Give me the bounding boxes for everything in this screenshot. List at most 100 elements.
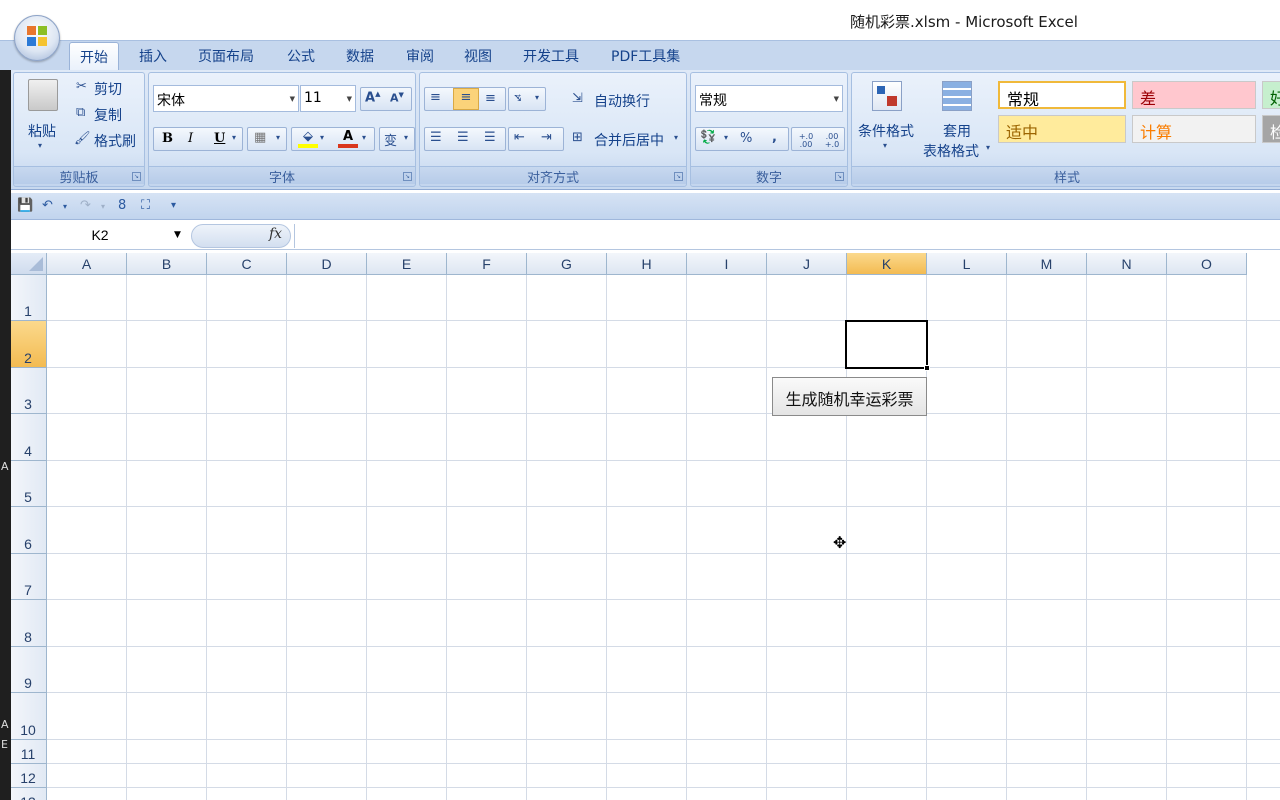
chevron-down-icon[interactable]: ▾ (101, 202, 105, 211)
column-header[interactable]: A (47, 253, 127, 275)
row-header[interactable]: 9 (11, 647, 47, 693)
italic-button[interactable]: I (188, 131, 193, 146)
orientation-button[interactable]: ⦪ ▾ (508, 87, 546, 111)
tab-pdf-tools[interactable]: PDF工具集 (609, 46, 682, 66)
tab-insert[interactable]: 插入 (137, 46, 169, 66)
align-left-icon[interactable]: ☰ (430, 130, 442, 145)
increase-decimal-button[interactable]: +.0 .00 (794, 133, 818, 149)
column-header[interactable]: O (1167, 253, 1247, 275)
row-header[interactable]: 10 (11, 693, 47, 740)
font-size-select[interactable]: 11 ▼ (300, 85, 356, 112)
grow-font-icon[interactable]: A▲ (365, 90, 380, 105)
tab-home[interactable]: 开始 (69, 42, 119, 72)
row-header[interactable]: 5 (11, 461, 47, 507)
table-format-button[interactable]: 表格格式 (923, 141, 979, 161)
tab-data[interactable]: 数据 (344, 46, 376, 66)
row-header[interactable]: 3 (11, 368, 47, 414)
formula-input[interactable] (294, 224, 1280, 248)
cell-style-option[interactable]: 适中 (998, 115, 1126, 143)
column-header[interactable]: M (1007, 253, 1087, 275)
chevron-down-icon[interactable]: ▾ (883, 141, 887, 150)
underline-button[interactable]: U (214, 131, 225, 146)
column-header[interactable]: F (447, 253, 527, 275)
tab-review[interactable]: 审阅 (404, 46, 436, 66)
chevron-down-icon[interactable]: ▾ (674, 133, 678, 142)
chevron-down-icon[interactable]: ▼ (174, 230, 181, 240)
row-header[interactable]: 8 (11, 600, 47, 647)
row-header[interactable]: 6 (11, 507, 47, 554)
office-button[interactable] (14, 15, 60, 61)
select-all-button[interactable] (11, 253, 47, 275)
copy-button[interactable]: 复制 (94, 105, 122, 125)
cut-button[interactable]: 剪切 (94, 79, 122, 99)
chevron-down-icon[interactable]: ▾ (724, 133, 728, 142)
wrap-text-icon[interactable]: ⇲ (572, 91, 583, 106)
merge-center-icon[interactable]: ⊞ (572, 130, 583, 145)
cell-style-option[interactable]: 检 (1262, 115, 1280, 143)
column-header[interactable]: G (527, 253, 607, 275)
row-header[interactable]: 7 (11, 554, 47, 600)
cell-style-option[interactable]: 常规 (998, 81, 1126, 109)
undo-icon[interactable]: ↶ (42, 198, 53, 213)
cell-style-option[interactable]: 计算 (1132, 115, 1256, 143)
conditional-format-button[interactable]: 条件格式 (858, 121, 914, 141)
column-header[interactable]: B (127, 253, 207, 275)
redo-icon[interactable]: ↷ (80, 198, 91, 213)
decrease-indent-icon[interactable]: ⇤ (514, 130, 525, 145)
align-middle-icon[interactable]: ≡ (453, 88, 479, 110)
org-chart-icon[interactable]: ⛶ (141, 198, 150, 213)
number-format-select[interactable]: 常规 ▼ (695, 85, 843, 112)
row-header[interactable]: 13 (11, 788, 47, 800)
column-header[interactable]: L (927, 253, 1007, 275)
paste-icon[interactable] (28, 79, 58, 111)
font-color-button[interactable]: A (338, 129, 358, 148)
format-painter-button[interactable]: 格式刷 (94, 131, 136, 151)
column-header[interactable]: E (367, 253, 447, 275)
worksheet-grid[interactable]: ABCDEFGHIJKLMNO 12345678910111213 生成随机幸运… (11, 253, 1280, 800)
insert-function-icon[interactable]: fx (269, 226, 282, 242)
save-icon[interactable]: 💾 (17, 198, 33, 213)
tab-developer[interactable]: 开发工具 (521, 46, 581, 66)
macro-security-icon[interactable]: 8 (118, 198, 126, 213)
cell-style-option[interactable]: 好 (1262, 81, 1280, 109)
percent-button[interactable]: % (740, 131, 752, 146)
fill-handle[interactable] (924, 365, 930, 371)
row-header[interactable]: 12 (11, 764, 47, 788)
chevron-down-icon[interactable]: ▾ (986, 143, 990, 152)
customize-qat-icon[interactable]: ▾ (171, 200, 176, 211)
shrink-font-icon[interactable]: A▼ (390, 91, 404, 105)
row-header[interactable]: 1 (11, 275, 47, 321)
conditional-format-icon[interactable] (872, 81, 902, 111)
column-header[interactable]: N (1087, 253, 1167, 275)
merge-center-button[interactable]: 合并后居中 (594, 130, 664, 150)
name-box[interactable]: K2 (11, 224, 189, 248)
column-header[interactable]: I (687, 253, 767, 275)
row-header[interactable]: 2 (11, 321, 47, 368)
number-launcher-icon[interactable]: ↘ (835, 172, 844, 181)
align-center-icon[interactable]: ☰ (457, 130, 469, 145)
alignment-launcher-icon[interactable]: ↘ (674, 172, 683, 181)
border-button[interactable]: ▦ ▾ (247, 127, 287, 151)
table-format-label-1[interactable]: 套用 (943, 121, 971, 141)
active-cell[interactable] (845, 320, 928, 369)
currency-icon[interactable]: 💱 (700, 130, 716, 145)
align-top-icon[interactable]: ≡ (430, 90, 441, 105)
increase-indent-icon[interactable]: ⇥ (541, 130, 552, 145)
chevron-down-icon[interactable]: ▾ (362, 133, 366, 142)
column-header[interactable]: K (847, 253, 927, 275)
align-right-icon[interactable]: ☰ (484, 130, 496, 145)
font-launcher-icon[interactable]: ↘ (403, 172, 412, 181)
font-name-select[interactable]: 宋体 ▼ (153, 85, 299, 112)
scissors-icon[interactable]: ✂ (76, 79, 87, 94)
wrap-text-button[interactable]: 自动换行 (594, 91, 650, 111)
cell-style-option[interactable]: 差 (1132, 81, 1256, 109)
copy-icon[interactable]: ⧉ (76, 105, 85, 120)
paste-dropdown-icon[interactable]: ▾ (38, 141, 42, 150)
paste-button[interactable]: 粘贴 (28, 121, 56, 141)
tab-formulas[interactable]: 公式 (285, 46, 317, 66)
chevron-down-icon[interactable]: ▾ (232, 133, 236, 142)
row-header[interactable]: 11 (11, 740, 47, 764)
tab-view[interactable]: 视图 (462, 46, 494, 66)
format-painter-icon[interactable]: 🖌 (74, 131, 91, 146)
comma-button[interactable]: , (772, 130, 777, 145)
